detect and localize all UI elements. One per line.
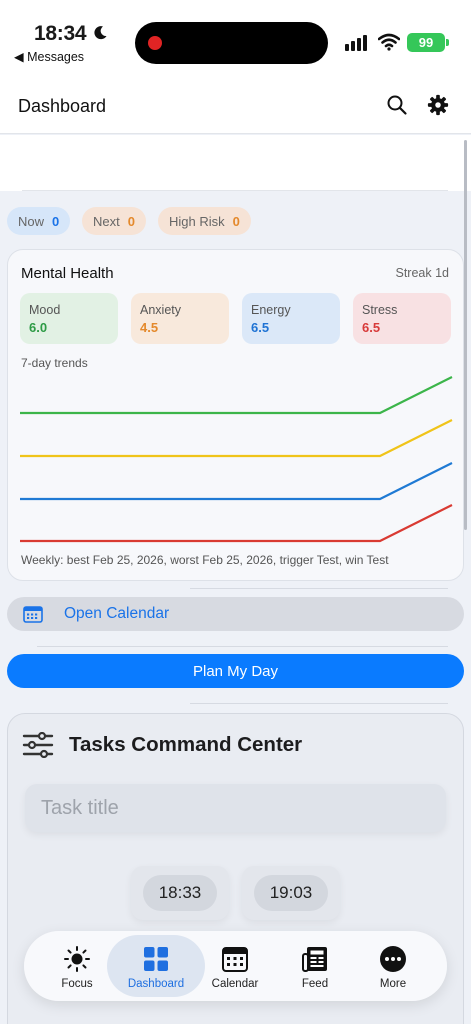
battery-level: 99	[418, 35, 434, 50]
pill-label: High Risk	[169, 213, 225, 229]
start-time-picker[interactable]: 18:33	[131, 866, 229, 920]
tab-label: Calendar	[211, 978, 259, 990]
tab-label: More	[379, 978, 407, 990]
metric-value: 4.5	[140, 320, 159, 335]
mental-health-card: Mental Health Streak 1d Mood 6.0 Anxiety…	[7, 249, 464, 581]
metric-label: Mood	[29, 303, 61, 317]
dynamic-island	[135, 22, 328, 64]
content-top-band	[0, 135, 471, 191]
pill-high-risk[interactable]: High Risk 0	[158, 207, 251, 235]
end-time-value: 19:03	[254, 875, 328, 911]
pill-next[interactable]: Next 0	[82, 207, 146, 235]
back-to-messages-link[interactable]: ◀ Messages	[14, 49, 84, 64]
status-time: 18:34	[34, 22, 87, 45]
calendar-icon	[222, 947, 248, 972]
metric-value: 6.0	[29, 320, 48, 335]
app-header: Dashboard	[0, 72, 471, 134]
sun-icon	[64, 946, 90, 972]
tab-calendar[interactable]: Calendar	[195, 935, 275, 997]
battery-tip	[446, 39, 449, 46]
trend-line-0	[20, 376, 453, 415]
newspaper-icon	[302, 947, 327, 972]
metric-value: 6.5	[362, 320, 381, 335]
bottom-tab-bar: Focus Dashboard Calendar Feed More	[24, 931, 447, 1001]
tab-label: Focus	[61, 978, 93, 990]
divider	[22, 190, 448, 191]
divider	[190, 703, 448, 704]
tab-label: Dashboard	[127, 978, 185, 990]
end-time-picker[interactable]: 19:03	[242, 866, 340, 920]
weekly-summary: Weekly: best Feb 25, 2026, worst Feb 25,…	[21, 553, 389, 567]
tab-label: Feed	[301, 978, 329, 990]
more-icon	[380, 946, 406, 972]
trend-line-1	[20, 419, 453, 458]
start-time-value: 18:33	[143, 875, 217, 911]
plan-my-day-button[interactable]: Plan My Day	[7, 654, 464, 688]
wifi-icon	[378, 33, 400, 51]
trend-line-2	[20, 462, 453, 501]
sliders-icon	[22, 732, 54, 758]
divider	[190, 588, 448, 589]
moon-icon	[94, 26, 107, 40]
trend-line-3	[20, 504, 453, 543]
tasks-title: Tasks Command Center	[69, 733, 303, 756]
metric-anxiety[interactable]: Anxiety 4.5	[131, 293, 229, 344]
pill-count: 0	[52, 213, 60, 229]
cellular-signal-icon	[345, 35, 367, 51]
grid-icon	[144, 947, 168, 971]
tab-feed[interactable]: Feed	[275, 935, 355, 997]
recording-indicator-icon	[148, 36, 162, 50]
pill-label: Now	[18, 213, 45, 229]
metric-label: Stress	[362, 303, 398, 317]
search-icon[interactable]	[386, 94, 408, 116]
metric-stress[interactable]: Stress 6.5	[353, 293, 451, 344]
metric-energy[interactable]: Energy 6.5	[242, 293, 340, 344]
tab-dashboard[interactable]: Dashboard	[107, 935, 205, 997]
pill-count: 0	[232, 213, 240, 229]
metric-mood[interactable]: Mood 6.0	[20, 293, 118, 344]
battery-icon: 99	[407, 33, 445, 52]
pill-label: Next	[93, 213, 120, 229]
gear-icon[interactable]	[427, 94, 449, 116]
metric-value: 6.5	[251, 320, 270, 335]
tab-focus[interactable]: Focus	[37, 935, 117, 997]
open-calendar-button[interactable]: Open Calendar	[7, 597, 464, 631]
trend-chart	[20, 376, 453, 543]
metric-label: Energy	[251, 303, 291, 317]
metric-label: Anxiety	[140, 303, 181, 317]
status-bar: 18:34 ◀ Messages 99	[0, 0, 471, 72]
pill-now[interactable]: Now 0	[7, 207, 71, 235]
open-calendar-label: Open Calendar	[64, 605, 170, 622]
streak-badge: Streak 1d	[395, 266, 449, 280]
tab-more[interactable]: More	[353, 935, 433, 997]
pill-count: 0	[127, 213, 135, 229]
mental-health-title: Mental Health	[21, 265, 114, 282]
calendar-icon	[23, 606, 43, 623]
page-title: Dashboard	[18, 96, 107, 116]
divider	[37, 646, 448, 647]
task-title-input[interactable]	[25, 784, 446, 832]
